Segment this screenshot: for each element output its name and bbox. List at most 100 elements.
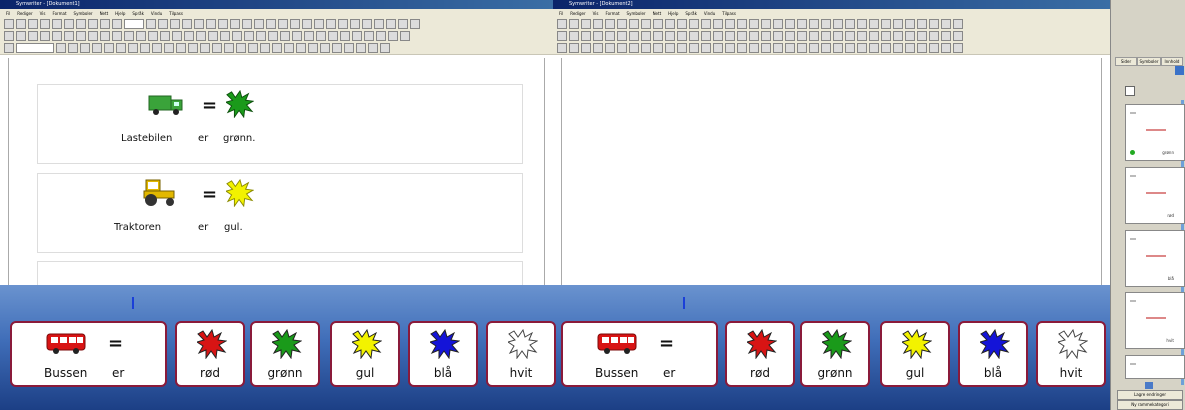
- toolbar-icon[interactable]: [701, 19, 711, 29]
- tab-symbols[interactable]: Symboler: [1137, 57, 1161, 66]
- toolbar-icon[interactable]: [821, 19, 831, 29]
- toolbar-icon[interactable]: [569, 31, 579, 41]
- menu-item[interactable]: Rediger: [570, 9, 585, 18]
- toolbar-icon[interactable]: [400, 31, 410, 41]
- symbol-card-color[interactable]: blå: [408, 321, 478, 387]
- menu-item[interactable]: Vindu: [151, 9, 162, 18]
- toolbar-icon[interactable]: [124, 19, 144, 29]
- toolbar-icon[interactable]: [4, 19, 14, 29]
- page-thumbnail[interactable]: grønn: [1125, 104, 1185, 161]
- toolbar-icon[interactable]: [268, 31, 278, 41]
- toolbar-icon[interactable]: [881, 19, 891, 29]
- toolbar-icon[interactable]: [845, 19, 855, 29]
- toolbar-icon[interactable]: [88, 31, 98, 41]
- toolbar-icon[interactable]: [124, 31, 134, 41]
- toolbar-icon[interactable]: [224, 43, 234, 53]
- toolbar-icon[interactable]: [773, 43, 783, 53]
- toolbar-icon[interactable]: [785, 19, 795, 29]
- symbol-card-color[interactable]: grønn: [800, 321, 870, 387]
- toolbar-icon[interactable]: [773, 31, 783, 41]
- sentence-card-truck[interactable]: = Lastebilen er grønn.: [37, 84, 523, 164]
- toolbar-icon[interactable]: [278, 19, 288, 29]
- toolbar-icon[interactable]: [164, 43, 174, 53]
- toolbar-icon[interactable]: [845, 31, 855, 41]
- menu-item[interactable]: Tilpass: [722, 9, 736, 18]
- toolbar-icon[interactable]: [112, 31, 122, 41]
- toolbar-icon[interactable]: [809, 43, 819, 53]
- toolbar-icon[interactable]: [328, 31, 338, 41]
- toolbar-icon[interactable]: [40, 31, 50, 41]
- toolbar-icon[interactable]: [386, 19, 396, 29]
- toolbar-icon[interactable]: [761, 43, 771, 53]
- toolbar-icon[interactable]: [16, 31, 26, 41]
- toolbar-icon[interactable]: [16, 43, 54, 53]
- toolbar-icon[interactable]: [833, 31, 843, 41]
- toolbar-icon[interactable]: [260, 43, 270, 53]
- toolbar-icon[interactable]: [160, 31, 170, 41]
- toolbar-icon[interactable]: [557, 31, 567, 41]
- toolbar-icon[interactable]: [905, 43, 915, 53]
- toolbar-icon[interactable]: [917, 31, 927, 41]
- menu-item[interactable]: Nett: [653, 9, 662, 18]
- tab-pages[interactable]: Sider: [1115, 57, 1137, 66]
- toolbar-icon[interactable]: [665, 43, 675, 53]
- menu-item[interactable]: Hjelp: [668, 9, 678, 18]
- toolbar-icon[interactable]: [208, 31, 218, 41]
- menu-item[interactable]: Språk: [132, 9, 144, 18]
- toolbar-icon[interactable]: [953, 31, 963, 41]
- toolbar-icon[interactable]: [196, 31, 206, 41]
- toolbar-icon[interactable]: [80, 43, 90, 53]
- toolbar-icon[interactable]: [136, 31, 146, 41]
- toolbar-icon[interactable]: [28, 19, 38, 29]
- toolbar-icon[interactable]: [352, 31, 362, 41]
- toolbar-icon[interactable]: [158, 19, 168, 29]
- toolbar-icon[interactable]: [28, 31, 38, 41]
- toolbar-icon[interactable]: [653, 31, 663, 41]
- toolbar-icon[interactable]: [304, 31, 314, 41]
- toolbar-icon[interactable]: [398, 19, 408, 29]
- toolbar-icon[interactable]: [737, 43, 747, 53]
- toolbar-icon[interactable]: [857, 43, 867, 53]
- toolbar-icon[interactable]: [953, 43, 963, 53]
- toolbar-icon[interactable]: [290, 19, 300, 29]
- toolbar-icon[interactable]: [617, 31, 627, 41]
- toolbar-icon[interactable]: [308, 43, 318, 53]
- toolbar-icon[interactable]: [4, 43, 14, 53]
- toolbar-icon[interactable]: [64, 31, 74, 41]
- toolbar-icon[interactable]: [16, 19, 26, 29]
- toolbar-icon[interactable]: [410, 19, 420, 29]
- toolbar-icon[interactable]: [665, 31, 675, 41]
- toolbar-icon[interactable]: [929, 31, 939, 41]
- symbol-card-bus-sentence[interactable]: = Bussen er: [561, 321, 718, 387]
- toolbar-icon[interactable]: [356, 43, 366, 53]
- toolbar-icon[interactable]: [725, 43, 735, 53]
- toolbar-icon[interactable]: [761, 31, 771, 41]
- toolbar-icon[interactable]: [605, 31, 615, 41]
- toolbar-icon[interactable]: [569, 19, 579, 29]
- toolbar-icon[interactable]: [242, 19, 252, 29]
- toolbar-icon[interactable]: [821, 43, 831, 53]
- menu-item[interactable]: Fil: [6, 9, 10, 18]
- toolbar-icon[interactable]: [92, 43, 102, 53]
- toolbar-icon[interactable]: [206, 19, 216, 29]
- toolbar-icon[interactable]: [376, 31, 386, 41]
- menu-item[interactable]: Vis: [40, 9, 46, 18]
- menu-item[interactable]: Vindu: [704, 9, 715, 18]
- toolbar-icon[interactable]: [785, 31, 795, 41]
- toolbar-icon[interactable]: [773, 19, 783, 29]
- toolbar-icon[interactable]: [362, 19, 372, 29]
- menu-item[interactable]: Fil: [559, 9, 563, 18]
- toolbar-icon[interactable]: [593, 31, 603, 41]
- toolbar-icon[interactable]: [725, 31, 735, 41]
- toolbar-icon[interactable]: [941, 43, 951, 53]
- toolbar-icon[interactable]: [100, 19, 110, 29]
- toolbar-icon[interactable]: [629, 31, 639, 41]
- toolbar-icon[interactable]: [641, 43, 651, 53]
- toolbar-icon[interactable]: [689, 31, 699, 41]
- toolbar-icon[interactable]: [256, 31, 266, 41]
- toolbar-icon[interactable]: [797, 31, 807, 41]
- refresh-icon[interactable]: [1175, 66, 1184, 75]
- toolbar-icon[interactable]: [350, 19, 360, 29]
- toolbar-icon[interactable]: [797, 43, 807, 53]
- toolbar-icon[interactable]: [182, 19, 192, 29]
